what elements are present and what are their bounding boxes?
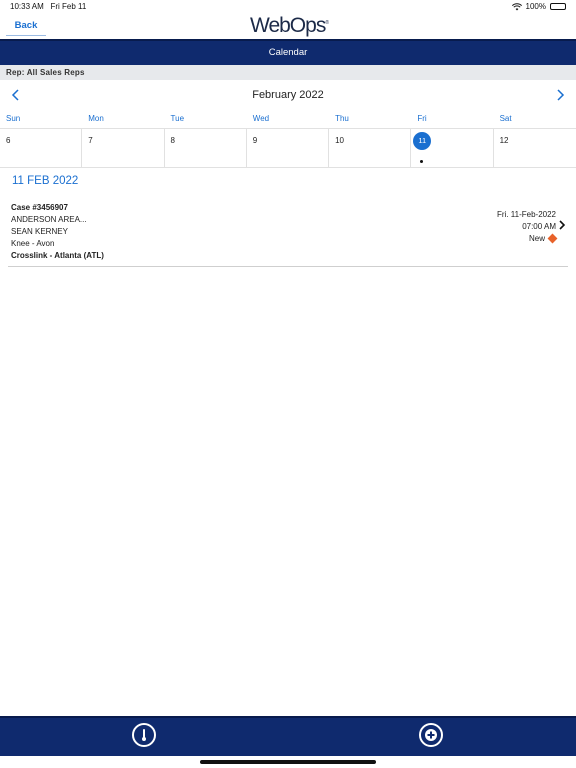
day-cell[interactable]: 8 xyxy=(165,129,247,168)
next-month-icon[interactable] xyxy=(552,88,568,104)
case-time: 07:00 AM xyxy=(522,222,556,231)
weekday-label: Fri xyxy=(417,114,427,123)
case-procedure: Knee - Avon xyxy=(11,239,55,248)
logo-text: WebOps xyxy=(250,14,326,37)
weekday-label: Tue xyxy=(170,114,185,123)
case-date: Fri. 11-Feb-2022 xyxy=(497,210,556,219)
logo: WebOps® xyxy=(250,14,330,37)
back-button[interactable]: Back xyxy=(6,18,46,36)
thermometer-button[interactable] xyxy=(132,723,156,747)
weekday-label: Sun xyxy=(6,114,21,123)
selected-date-heading: 11 FEB 2022 xyxy=(12,175,79,187)
case-location: Crosslink - Atlanta (ATL) xyxy=(11,251,104,260)
battery-icon xyxy=(550,3,566,10)
weekday-header-row: Sun Mon Tue Wed Thu Fri Sat xyxy=(0,114,576,128)
day-cell[interactable]: 7 xyxy=(82,129,165,168)
add-icon xyxy=(425,729,437,741)
case-number: Case #3456907 xyxy=(11,203,68,212)
day-number: 9 xyxy=(252,136,258,145)
case-status-label: New xyxy=(528,234,545,243)
status-bar: 10:33 AM Fri Feb 11 100% xyxy=(0,0,576,14)
wifi-icon xyxy=(511,2,522,10)
weekday-label: Wed xyxy=(252,114,270,123)
day-cell[interactable]: 6 xyxy=(0,129,83,168)
battery-percent: 100% xyxy=(525,2,546,11)
day-number: 10 xyxy=(335,136,344,145)
day-number: 7 xyxy=(88,136,93,145)
thermometer-icon xyxy=(142,729,146,741)
status-diamond-icon xyxy=(547,233,558,244)
day-number: 6 xyxy=(6,136,11,145)
case-list-item[interactable]: Case #3456907 ANDERSON AREA... SEAN KERN… xyxy=(8,200,568,267)
day-cell-selected[interactable]: 11 xyxy=(411,129,494,168)
status-time: 10:33 AM Fri Feb 11 xyxy=(10,2,87,11)
day-number: 8 xyxy=(170,136,175,145)
add-case-button[interactable] xyxy=(419,723,443,747)
weekday-label: Mon xyxy=(88,114,104,123)
selected-day-number: 11 xyxy=(413,132,432,150)
bottom-toolbar xyxy=(0,716,576,756)
status-right: 100% xyxy=(511,2,566,11)
case-details: Case #3456907 ANDERSON AREA... SEAN KERN… xyxy=(11,202,104,262)
page-title: Calendar xyxy=(0,39,576,65)
day-number: 12 xyxy=(499,136,509,145)
case-hospital: ANDERSON AREA... xyxy=(11,215,87,224)
case-status: New xyxy=(497,233,558,245)
top-bar: Back WebOps® xyxy=(0,14,576,39)
rep-filter[interactable]: Rep: All Sales Reps xyxy=(0,65,576,80)
chevron-right-icon[interactable] xyxy=(558,219,566,234)
week-row: 6 7 8 9 10 11 12 xyxy=(0,128,576,168)
event-dot-icon xyxy=(420,160,424,163)
home-indicator xyxy=(200,760,376,764)
day-cell[interactable]: 9 xyxy=(247,129,330,168)
case-schedule: Fri. 11-Feb-2022 07:00 AM New xyxy=(497,209,558,245)
day-cell[interactable]: 12 xyxy=(494,129,576,168)
case-surgeon: SEAN KERNEY xyxy=(11,227,68,236)
weekday-label: Thu xyxy=(335,114,349,123)
weekday-label: Sat xyxy=(499,114,512,123)
day-cell[interactable]: 10 xyxy=(329,129,412,168)
month-nav: February 2022 xyxy=(0,84,576,108)
month-title: February 2022 xyxy=(252,89,324,101)
